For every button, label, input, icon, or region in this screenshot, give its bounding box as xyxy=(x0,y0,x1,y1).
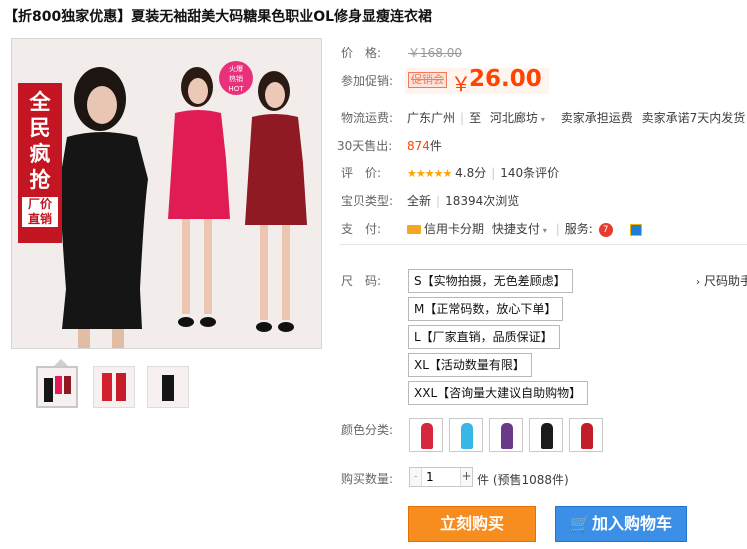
hot-badge-line: HOT xyxy=(228,85,244,93)
quantity-increase-button[interactable]: + xyxy=(460,468,472,486)
chevron-down-icon: ▾ xyxy=(540,115,545,124)
rating-stars-icon: ★★★★★ xyxy=(407,167,452,180)
divider: | xyxy=(460,111,465,125)
size-label-row: 尺 码: xyxy=(341,272,407,289)
color-label-row: 颜色分类: xyxy=(341,421,407,438)
sales-count: 874 xyxy=(407,139,430,153)
color-swatch-fill xyxy=(501,423,513,449)
credit-card-icon xyxy=(407,225,421,234)
size-option-xxl[interactable]: XXL【咨询量大建议自助购物】 xyxy=(408,381,589,405)
promo-char: 全 xyxy=(29,90,51,114)
ship-from: 广东广州 xyxy=(407,111,456,125)
size-helper-link[interactable]: › 尺码助手 xyxy=(696,272,747,289)
color-swatch-3[interactable] xyxy=(489,418,523,452)
color-swatch-4[interactable] xyxy=(529,418,563,452)
section-divider xyxy=(339,244,747,245)
item-type-row: 宝贝类型: 全新 | 18394次浏览 xyxy=(341,192,519,209)
divider: | xyxy=(491,166,496,180)
color-swatch-fill xyxy=(421,423,433,449)
color-swatch-fill xyxy=(541,423,553,449)
thumbnail-image xyxy=(102,373,126,401)
review-count-link[interactable]: 140条评价 xyxy=(500,166,559,180)
price-row: 价 格: ￥168.00 xyxy=(341,44,462,61)
ship-to-select[interactable]: 河北廊坊 ▾ xyxy=(490,111,545,125)
rating-row: 评 价: ★★★★★ 4.8分 | 140条评价 xyxy=(341,164,559,181)
color-swatch-5[interactable] xyxy=(569,418,603,452)
hot-badge-line: 热销 xyxy=(229,75,243,83)
ship-to-word: 至 xyxy=(469,111,482,125)
payment-row: 支 付: 信用卡分期 快捷支付 ▾ | 服务: 7 xyxy=(341,220,643,237)
hot-badge-line: 火爆 xyxy=(229,65,243,73)
original-price: ￥168.00 xyxy=(408,46,462,60)
thumbnail-image xyxy=(44,376,71,402)
size-option-l[interactable]: L【厂家直销，品质保证】 xyxy=(408,325,560,349)
color-label: 颜色分类: xyxy=(341,423,394,437)
price-label: 价 格: xyxy=(341,46,382,60)
promo-char: 民 xyxy=(29,116,51,140)
chevron-right-icon: › xyxy=(696,277,700,288)
size-option-s[interactable]: S【实物拍摄，无色差顾虑】 xyxy=(408,269,573,293)
promo-small-text: 直销 xyxy=(22,212,58,227)
item-condition: 全新 xyxy=(407,194,432,208)
thumbnail-3[interactable] xyxy=(147,366,189,408)
quantity-decrease-button[interactable]: - xyxy=(410,468,422,486)
product-title: 【折800独家优惠】夏装无袖甜美大码糖果色职业OL修身显瘦连衣裙 xyxy=(4,9,433,25)
add-to-cart-label: 加入购物车 xyxy=(591,514,672,533)
quantity-input[interactable] xyxy=(423,468,460,486)
payment-label: 支 付: xyxy=(341,222,382,236)
shipping-fee: 卖家承担运费 xyxy=(560,111,633,125)
installment-option[interactable]: 信用卡分期 xyxy=(424,222,484,236)
promo-badge: 促销会 xyxy=(408,72,447,88)
promo-char: 抢 xyxy=(29,168,51,192)
promo-small-text: 厂价 xyxy=(22,197,58,212)
stock-info: 件 (预售1088件) xyxy=(477,473,569,487)
buy-now-button[interactable]: 立刻购买 xyxy=(408,506,536,542)
add-to-cart-button[interactable]: 🛒 加入购物车 xyxy=(555,506,687,542)
main-product-image[interactable]: 全 民 疯 抢 厂价 直销 火爆 热销 HOT xyxy=(11,38,322,349)
thumbnail-2[interactable] xyxy=(93,366,135,408)
color-swatch-fill xyxy=(461,423,473,449)
promo-label: 参加促销: xyxy=(341,74,394,88)
quantity-stepper: - + xyxy=(409,467,473,487)
size-helper-label: 尺码助手 xyxy=(704,274,747,288)
thumbnail-1[interactable] xyxy=(36,366,78,408)
promo-row: 参加促销: xyxy=(341,72,407,89)
promo-price: 26.00 xyxy=(469,66,542,92)
ship-to: 河北廊坊 xyxy=(489,111,538,125)
thumbnail-pointer xyxy=(54,359,68,366)
divider: | xyxy=(555,222,560,236)
cart-icon: 🛒 xyxy=(570,514,590,533)
item-type-label: 宝贝类型: xyxy=(341,194,394,208)
currency-symbol: ￥ xyxy=(451,72,471,96)
promo-char: 疯 xyxy=(29,142,51,166)
quantity-label-row: 购买数量: xyxy=(341,470,407,487)
hot-badge: 火爆 热销 HOT xyxy=(219,61,253,95)
sales-unit: 件 xyxy=(429,139,442,153)
chevron-down-icon: ▾ xyxy=(542,226,547,235)
shipping-row: 物流运费: 广东广州 | 至 河北廊坊 ▾ 卖家承担运费 卖家承诺7天内发货 xyxy=(341,109,745,126)
rating-label: 评 价: xyxy=(341,166,382,180)
ship-promise: 卖家承诺7天内发货 xyxy=(641,111,746,125)
promo-banner: 全 民 疯 抢 厂价 直销 xyxy=(18,83,62,243)
express-pay-select[interactable]: 快捷支付 ▾ xyxy=(492,222,547,236)
thumbnail-image xyxy=(162,375,174,401)
sales-row: 30天售出: 874件 xyxy=(337,137,442,154)
seven-day-return-icon[interactable]: 7 xyxy=(598,222,613,237)
view-count: 18394次浏览 xyxy=(445,194,520,208)
size-option-xl[interactable]: XL【活动数量有限】 xyxy=(408,353,532,377)
divider: | xyxy=(436,194,441,208)
size-option-m[interactable]: M【正常码数，放心下单】 xyxy=(408,297,564,321)
guarantee-icon[interactable] xyxy=(630,223,643,236)
color-swatch-1[interactable] xyxy=(409,418,443,452)
color-swatch-2[interactable] xyxy=(449,418,483,452)
rating-score: 4.8分 xyxy=(455,166,487,180)
quantity-label: 购买数量: xyxy=(341,472,394,486)
color-swatch-fill xyxy=(581,423,593,449)
shipping-label: 物流运费: xyxy=(341,111,394,125)
express-pay: 快捷支付 xyxy=(491,222,540,236)
service-label: 服务: xyxy=(564,222,593,236)
sales-label: 30天售出: xyxy=(337,139,393,153)
size-label: 尺 码: xyxy=(341,274,382,288)
